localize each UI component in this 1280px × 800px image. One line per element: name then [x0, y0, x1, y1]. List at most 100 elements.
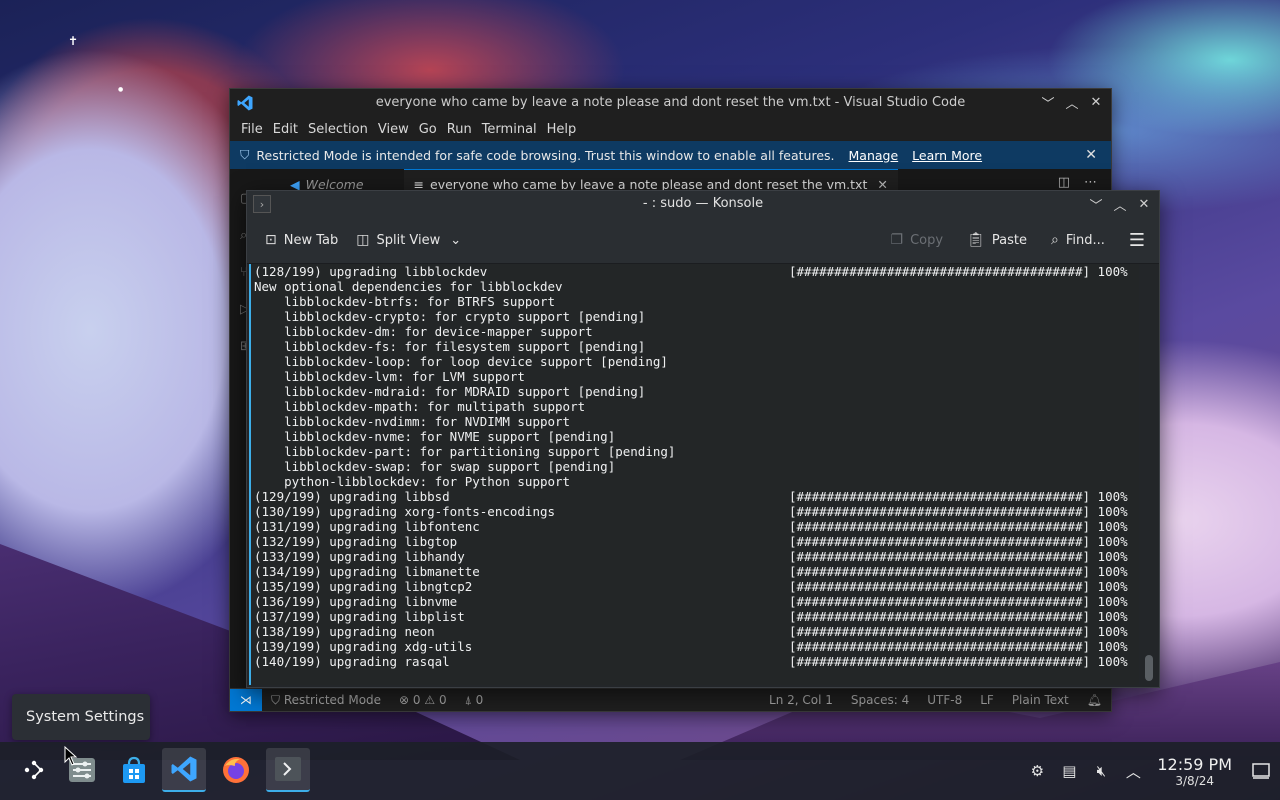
- terminal-line-text: libblockdev-swap: for swap support [pend…: [254, 459, 616, 474]
- vscode-statusbar: ⋊ ⛉ Restricted Mode ⊗ 0 ⚠ 0 ⍋ 0 Ln 2, Co…: [230, 688, 1111, 711]
- terminal-line: (133/199) upgrading libhandy [###########…: [254, 549, 1139, 564]
- system-settings-tooltip: System Settings: [12, 694, 150, 740]
- paste-label: Paste: [991, 232, 1027, 248]
- menu-selection[interactable]: Selection: [303, 122, 373, 137]
- banner-close-icon[interactable]: ✕: [1085, 147, 1097, 163]
- maximize-icon[interactable]: ︿: [1063, 93, 1081, 112]
- minimize-icon[interactable]: ﹀: [1087, 195, 1105, 214]
- maximize-icon[interactable]: ︿: [1111, 195, 1129, 214]
- ports-status[interactable]: ⍋ 0: [456, 693, 493, 708]
- vscode-menubar: File Edit Selection View Go Run Terminal…: [230, 117, 1111, 141]
- find-label: Find...: [1065, 232, 1105, 248]
- terminal-line: libblockdev-loop: for loop device suppor…: [254, 354, 1139, 369]
- volume-muted-icon[interactable]: 🔇︎: [1087, 762, 1115, 780]
- problems-status[interactable]: ⊗ 0 ⚠ 0: [390, 693, 456, 707]
- terminal-progress-bar: [######################################]…: [789, 624, 1128, 639]
- terminal-line-text: (133/199) upgrading libhandy: [254, 549, 465, 564]
- terminal-line-text: libblockdev-lvm: for LVM support: [254, 369, 525, 384]
- paste-button[interactable]: 📋︎ Paste: [967, 232, 1027, 248]
- remote-indicator-icon[interactable]: ⋊: [230, 689, 262, 711]
- more-actions-icon[interactable]: ⋯: [1084, 175, 1097, 190]
- terminal-line-text: libblockdev-loop: for loop device suppor…: [254, 354, 668, 369]
- app-launcher-button[interactable]: [12, 748, 56, 792]
- terminal-progress-bar: [######################################]…: [789, 564, 1128, 579]
- terminal-line-text: New optional dependencies for libblockde…: [254, 279, 563, 294]
- clipboard-icon[interactable]: ▤: [1055, 762, 1083, 780]
- learn-more-link[interactable]: Learn More: [912, 148, 982, 163]
- kde-connect-icon[interactable]: ⚙︎: [1023, 762, 1051, 780]
- terminal-line: (134/199) upgrading libmanette [#########…: [254, 564, 1139, 579]
- terminal-line: (130/199) upgrading xorg-fonts-encodings…: [254, 504, 1139, 519]
- scrollbar-thumb[interactable]: [1145, 655, 1153, 681]
- copy-label: Copy: [910, 232, 944, 248]
- terminal-line-text: (139/199) upgrading xdg-utils: [254, 639, 473, 654]
- eol-status[interactable]: LF: [971, 693, 1003, 707]
- konsole-icon: [275, 757, 301, 781]
- menu-go[interactable]: Go: [414, 122, 442, 137]
- language-mode-status[interactable]: Plain Text: [1003, 693, 1078, 707]
- terminal-line: python-libblockdev: for Python support: [254, 474, 1139, 489]
- terminal-line-text: (138/199) upgrading neon: [254, 624, 435, 639]
- terminal-line: (139/199) upgrading xdg-utils [##########…: [254, 639, 1139, 654]
- split-editor-icon[interactable]: ◫: [1058, 175, 1070, 190]
- digital-clock[interactable]: 12:59 PM 3/8/24: [1157, 755, 1232, 788]
- encoding-status[interactable]: UTF-8: [918, 693, 971, 707]
- terminal-line-text: libblockdev-part: for partitioning suppo…: [254, 444, 676, 459]
- terminal-progress-bar: [######################################]…: [789, 504, 1128, 519]
- copy-button[interactable]: ❐ Copy: [891, 232, 944, 248]
- discover-app[interactable]: [112, 748, 156, 792]
- menu-run[interactable]: Run: [442, 122, 477, 137]
- terminal-line-text: (132/199) upgrading libgtop: [254, 534, 458, 549]
- terminal-progress-bar: [######################################]…: [789, 579, 1128, 594]
- terminal-scrollbar[interactable]: [1141, 264, 1157, 685]
- close-icon[interactable]: ✕: [1135, 195, 1153, 213]
- restricted-mode-status[interactable]: ⛉ Restricted Mode: [262, 693, 390, 708]
- menu-help[interactable]: Help: [542, 122, 582, 137]
- notifications-bell-icon[interactable]: 🔔︎: [1078, 693, 1111, 707]
- vscode-titlebar[interactable]: everyone who came by leave a note please…: [230, 89, 1111, 117]
- konsole-titlebar[interactable]: › - : sudo — Konsole ﹀ ︿ ✕: [247, 191, 1159, 217]
- terminal-line-text: libblockdev-mpath: for multipath support: [254, 399, 586, 414]
- close-icon[interactable]: ✕: [1087, 93, 1105, 111]
- split-view-button[interactable]: ◫ Split View ⌄: [356, 232, 461, 248]
- new-tab-icon: ⊡: [265, 232, 277, 248]
- firefox-app[interactable]: [214, 748, 258, 792]
- menu-terminal[interactable]: Terminal: [477, 122, 542, 137]
- cursor-position-status[interactable]: Ln 2, Col 1: [760, 693, 842, 707]
- firefox-icon: [223, 757, 249, 783]
- terminal-line: libblockdev-mdraid: for MDRAID support […: [254, 384, 1139, 399]
- menu-edit[interactable]: Edit: [268, 122, 303, 137]
- terminal-line: libblockdev-nvme: for NVME support [pend…: [254, 429, 1139, 444]
- terminal-line-text: libblockdev-fs: for filesystem support […: [254, 339, 646, 354]
- terminal-progress-bar: [######################################]…: [789, 264, 1128, 279]
- terminal-line: New optional dependencies for libblockde…: [254, 279, 1139, 294]
- konsole-window-title: - : sudo — Konsole: [642, 196, 764, 211]
- indentation-status[interactable]: Spaces: 4: [842, 693, 918, 707]
- show-desktop-button[interactable]: [1242, 763, 1280, 779]
- menu-file[interactable]: File: [236, 122, 268, 137]
- terminal-line-text: (129/199) upgrading libbsd: [254, 489, 450, 504]
- hamburger-menu-icon[interactable]: ☰: [1129, 230, 1145, 251]
- split-view-label: Split View: [376, 232, 441, 248]
- clock-time: 12:59 PM: [1157, 754, 1232, 774]
- terminal-progress-bar: [######################################]…: [789, 519, 1128, 534]
- terminal-line-text: libblockdev-nvme: for NVME support [pend…: [254, 429, 616, 444]
- new-tab-button[interactable]: ⊡ New Tab: [265, 232, 338, 248]
- copy-icon: ❐: [890, 232, 904, 248]
- terminal-line: libblockdev-mpath: for multipath support: [254, 399, 1139, 414]
- vscode-taskbar-app[interactable]: [162, 748, 206, 792]
- menu-view[interactable]: View: [373, 122, 414, 137]
- minimize-icon[interactable]: ﹀: [1039, 93, 1057, 112]
- terminal-line: libblockdev-fs: for filesystem support […: [254, 339, 1139, 354]
- terminal-progress-bar: [######################################]…: [789, 639, 1128, 654]
- chevron-up-icon[interactable]: ︿: [1119, 761, 1147, 782]
- terminal-output[interactable]: (128/199) upgrading libblockdev [########…: [249, 264, 1139, 685]
- manage-link[interactable]: Manage: [849, 148, 899, 163]
- terminal-line-text: (137/199) upgrading libplist: [254, 609, 465, 624]
- find-button[interactable]: ⌕ Find...: [1051, 232, 1105, 248]
- konsole-taskbar-app[interactable]: [266, 748, 310, 792]
- terminal-line: libblockdev-btrfs: for BTRFS support: [254, 294, 1139, 309]
- konsole-toolbar: ⊡ New Tab ◫ Split View ⌄ ❐ Copy 📋︎ Paste…: [247, 217, 1159, 264]
- new-tab-label: New Tab: [283, 232, 339, 248]
- terminal-line-text: (131/199) upgrading libfontenc: [254, 519, 480, 534]
